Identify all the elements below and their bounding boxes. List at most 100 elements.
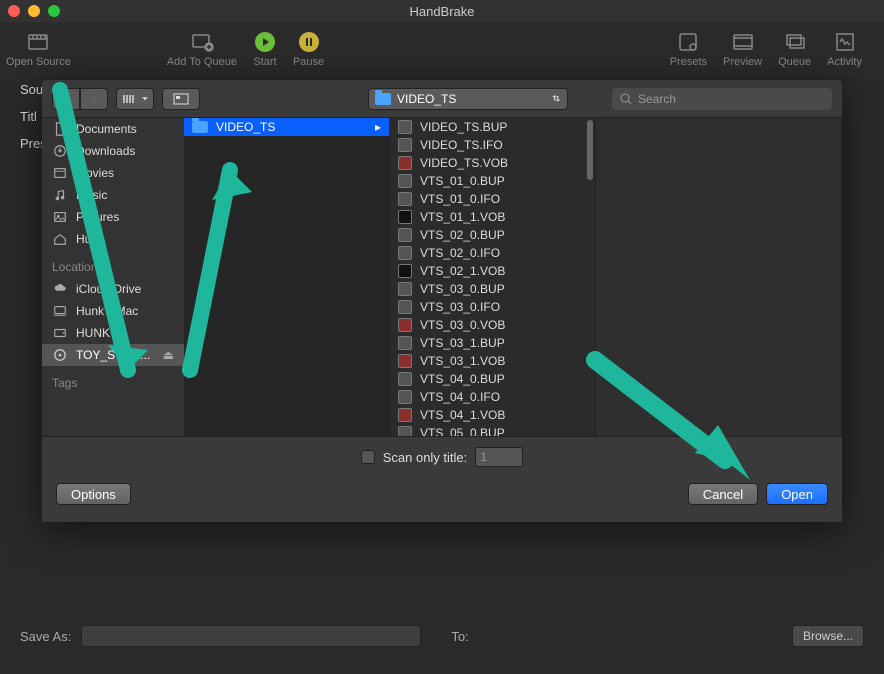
file-icon (398, 372, 412, 386)
queue-icon (783, 30, 807, 54)
sidebar-item[interactable]: Movies (42, 162, 184, 184)
sidebar-icon (52, 304, 68, 318)
sidebar-icon (52, 210, 68, 224)
sidebar-item[interactable]: Music (42, 184, 184, 206)
sidebar-icon (52, 144, 68, 158)
file-item[interactable]: VTS_02_0.IFO (390, 244, 595, 262)
pause-button[interactable]: Pause (293, 30, 324, 68)
options-button[interactable]: Options (56, 483, 131, 505)
sidebar-icon (52, 166, 68, 180)
column-1: VIDEO_TS ▸ (184, 118, 390, 436)
sidebar-item[interactable]: Pictures (42, 206, 184, 228)
sidebar-item[interactable]: Hunk (42, 228, 184, 250)
sidebar-icon (52, 326, 68, 340)
scan-only-checkbox[interactable] (361, 450, 375, 464)
open-source-button[interactable]: Open Source (6, 30, 71, 68)
sidebar-item[interactable]: Downloads (42, 140, 184, 162)
file-icon (398, 336, 412, 350)
column-3 (596, 118, 842, 436)
cancel-button[interactable]: Cancel (688, 483, 758, 505)
queue-add-icon (190, 30, 214, 54)
dialog-body: DocumentsDownloadsMoviesMusicPicturesHun… (42, 117, 842, 437)
columns-icon (122, 93, 142, 105)
file-item[interactable]: VTS_03_0.VOB (390, 316, 595, 334)
search-input[interactable]: Search (612, 88, 832, 110)
file-icon (398, 264, 412, 278)
sidebar-item-selected[interactable]: TOY_STOR... ⏏ (42, 344, 184, 366)
file-item[interactable]: VTS_03_1.BUP (390, 334, 595, 352)
file-item[interactable]: VTS_02_1.VOB (390, 262, 595, 280)
column-2: VIDEO_TS.BUPVIDEO_TS.IFOVIDEO_TS.VOBVTS_… (390, 118, 596, 436)
file-item[interactable]: VIDEO_TS.IFO (390, 136, 595, 154)
nav-back-forward: ‹ › (52, 88, 108, 110)
forward-button[interactable]: › (80, 88, 108, 110)
file-item[interactable]: VTS_03_0.IFO (390, 298, 595, 316)
scan-only-field[interactable] (475, 447, 523, 467)
activity-button[interactable]: Activity (827, 30, 862, 68)
main-toolbar: Open Source Add To Queue Start Pause Pre… (0, 22, 884, 76)
file-item[interactable]: VTS_05_0.BUP (390, 424, 595, 436)
sidebar-item-location[interactable]: iCloud Drive (42, 278, 184, 300)
file-item[interactable]: VTS_02_0.BUP (390, 226, 595, 244)
file-icon (398, 174, 412, 188)
sidebar-icon (52, 282, 68, 296)
file-icon (398, 354, 412, 368)
file-item[interactable]: VTS_01_0.BUP (390, 172, 595, 190)
add-to-queue-button[interactable]: Add To Queue (167, 30, 237, 68)
file-icon (398, 282, 412, 296)
file-item[interactable]: VTS_03_1.VOB (390, 352, 595, 370)
sidebar: DocumentsDownloadsMoviesMusicPicturesHun… (42, 118, 184, 436)
file-item[interactable]: VTS_01_0.IFO (390, 190, 595, 208)
file-item[interactable]: VTS_04_1.VOB (390, 406, 595, 424)
file-icon (398, 300, 412, 314)
sidebar-head-locations: Locations (42, 250, 184, 278)
file-icon (398, 156, 412, 170)
preview-button[interactable]: Preview (723, 30, 762, 68)
scan-only-label: Scan only title: (383, 450, 468, 465)
queue-button[interactable]: Queue (778, 30, 811, 68)
search-icon (620, 93, 632, 105)
file-item[interactable]: VIDEO_TS.VOB (390, 154, 595, 172)
scrollbar[interactable] (587, 120, 593, 180)
file-icon (398, 228, 412, 242)
dialog-bottom: Scan only title: Options Cancel Open (42, 437, 842, 522)
file-item[interactable]: VTS_01_1.VOB (390, 208, 595, 226)
sidebar-head-tags: Tags (42, 366, 184, 394)
saveas-label: Save As: (20, 629, 71, 644)
to-label: To: (451, 629, 468, 644)
chevron-updown-icon: ⇅ (552, 95, 561, 103)
file-icon (398, 390, 412, 404)
browse-button[interactable]: Browse... (792, 625, 864, 647)
sidebar-item-location[interactable]: HUNK (42, 322, 184, 344)
window-titlebar: HandBrake (0, 0, 884, 22)
eject-icon[interactable]: ⏏ (163, 348, 174, 362)
file-item[interactable]: VTS_04_0.IFO (390, 388, 595, 406)
folder-icon (375, 93, 391, 105)
chevron-right-icon: ▸ (375, 120, 381, 134)
saveas-field[interactable] (81, 625, 421, 647)
sidebar-icon (52, 232, 68, 246)
file-item[interactable]: VTS_03_0.BUP (390, 280, 595, 298)
activity-icon (833, 30, 857, 54)
film-icon (26, 30, 50, 54)
bottom-row: Save As: To: Browse... (20, 618, 864, 654)
col1-item-selected[interactable]: VIDEO_TS ▸ (184, 118, 389, 136)
sidebar-icon (52, 122, 68, 136)
open-dialog: ‹ › ▾ VIDEO_TS ⇅ Search DocumentsDownloa… (42, 80, 842, 522)
file-item[interactable]: VTS_04_0.BUP (390, 370, 595, 388)
sidebar-item-location[interactable]: Hunk's Mac (42, 300, 184, 322)
file-item[interactable]: VIDEO_TS.BUP (390, 118, 595, 136)
file-icon (398, 318, 412, 332)
window-title: HandBrake (0, 4, 884, 19)
back-button[interactable]: ‹ (52, 88, 80, 110)
view-mode-button[interactable]: ▾ (116, 88, 154, 110)
sidebar-item[interactable]: Documents (42, 118, 184, 140)
file-icon (398, 192, 412, 206)
play-icon (253, 30, 277, 54)
path-selector[interactable]: VIDEO_TS ⇅ (368, 88, 568, 110)
file-icon (398, 408, 412, 422)
start-button[interactable]: Start (253, 30, 277, 68)
open-button[interactable]: Open (766, 483, 828, 505)
presets-button[interactable]: Presets (670, 30, 707, 68)
group-button[interactable] (162, 88, 200, 110)
